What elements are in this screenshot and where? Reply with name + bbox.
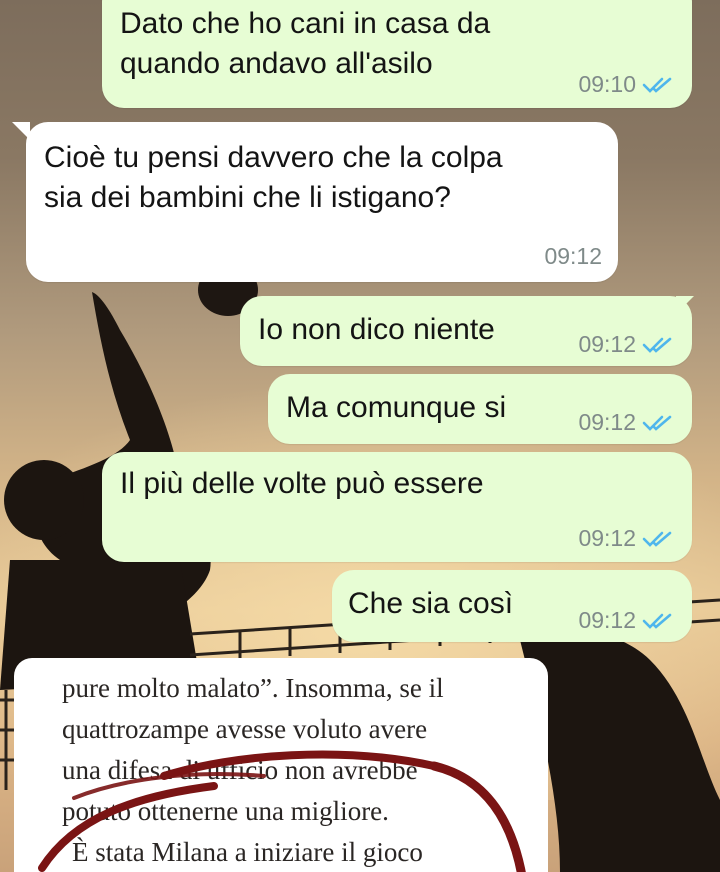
message-time: 09:12: [578, 607, 636, 633]
message-bubble-outgoing[interactable]: Che sia così 09:12: [332, 570, 692, 642]
message-text: Che sia così: [348, 587, 514, 620]
message-text: Ma comunque si: [286, 391, 507, 424]
message-time: 09:12: [544, 243, 602, 269]
bubble-tail: [676, 296, 694, 314]
message-meta: 09:10: [578, 71, 676, 98]
message-time: 09:12: [578, 525, 636, 551]
red-marker-scribble: [38, 750, 526, 872]
message-meta: 09:12: [544, 243, 602, 270]
message-text: Il più delle volte può essere: [120, 467, 484, 500]
message-bubble-outgoing[interactable]: Ma comunque si 09:12: [268, 374, 692, 444]
message-bubble-incoming[interactable]: Cioè tu pensi davvero che la colpa sia d…: [26, 122, 618, 282]
message-meta: 09:12: [578, 331, 676, 358]
double-check-icon: [642, 531, 672, 547]
message-bubble-outgoing[interactable]: Il più delle volte può essere 09:12: [102, 452, 692, 562]
message-time: 09:12: [578, 409, 636, 435]
message-bubble-outgoing[interactable]: Io non dico niente 09:12: [240, 296, 692, 366]
image-message[interactable]: pure molto malato”. Insomma, se il quatt…: [14, 658, 548, 872]
message-text: Io non dico niente: [258, 313, 495, 346]
double-check-icon: [642, 337, 672, 353]
message-meta: 09:12: [578, 409, 676, 436]
message-meta: 09:12: [578, 607, 676, 634]
message-time: 09:12: [578, 331, 636, 357]
double-check-icon: [642, 77, 672, 93]
message-meta: 09:12: [578, 525, 676, 552]
double-check-icon: [642, 415, 672, 431]
message-time: 09:10: [578, 71, 636, 97]
message-bubble-outgoing[interactable]: Dato che ho cani in casa da quando andav…: [102, 0, 692, 108]
message-text: Cioè tu pensi davvero che la colpa sia d…: [44, 141, 503, 214]
message-text: Dato che ho cani in casa da quando andav…: [120, 7, 491, 80]
double-check-icon: [642, 613, 672, 629]
